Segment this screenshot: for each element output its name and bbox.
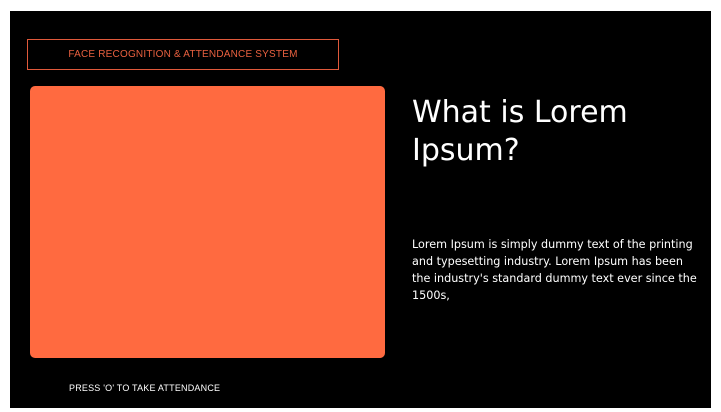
- app-title-box: FACE RECOGNITION & ATTENDANCE SYSTEM: [27, 39, 339, 70]
- attendance-instruction: PRESS 'O' TO TAKE ATTENDANCE: [69, 383, 221, 393]
- info-description: Lorem Ipsum is simply dummy text of the …: [412, 238, 697, 302]
- attendance-screen: FACE RECOGNITION & ATTENDANCE SYSTEM Wha…: [10, 11, 711, 408]
- app-window-frame: FACE RECOGNITION & ATTENDANCE SYSTEM Wha…: [0, 0, 721, 412]
- app-title: FACE RECOGNITION & ATTENDANCE SYSTEM: [68, 49, 298, 60]
- camera-feed-area: [30, 86, 385, 358]
- info-heading: What is Lorem Ipsum?: [412, 95, 628, 168]
